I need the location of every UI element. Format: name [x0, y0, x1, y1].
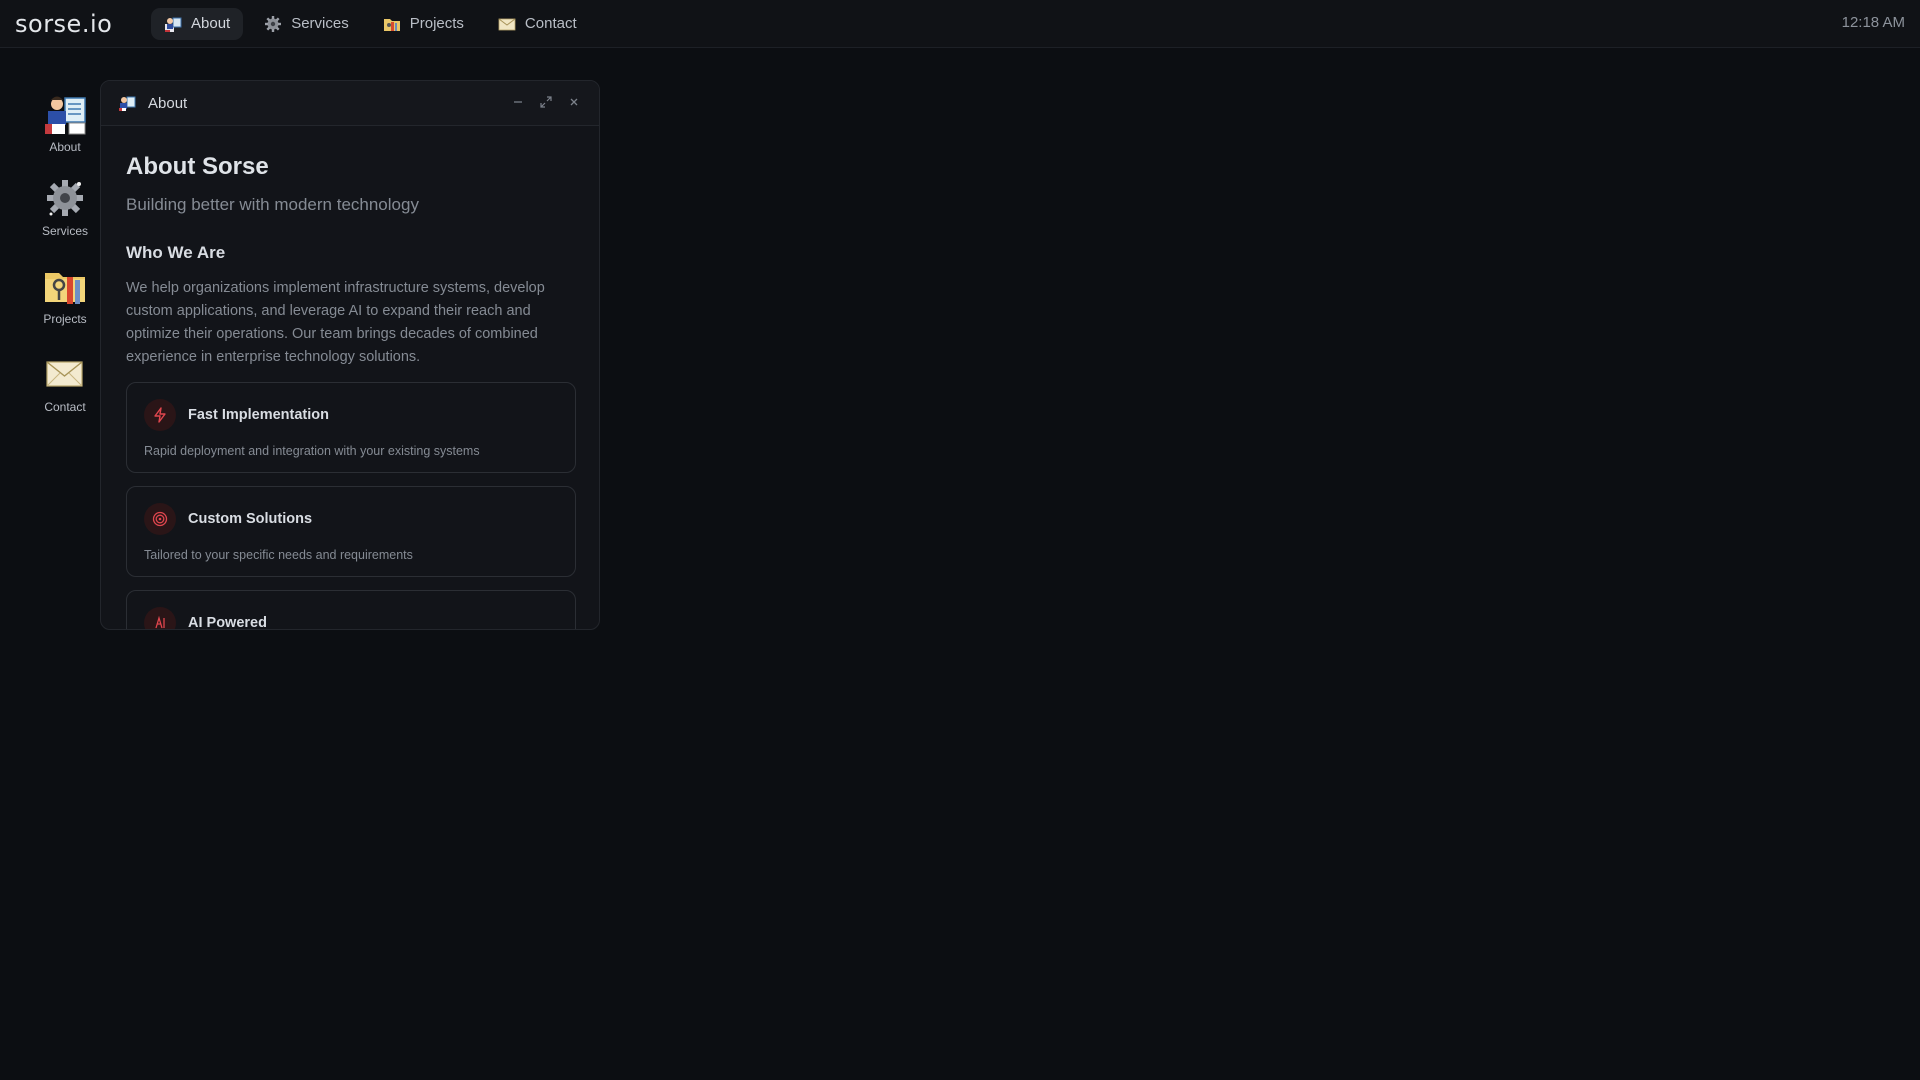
desktop-icon-label: Contact [44, 400, 86, 414]
window-controls [511, 95, 581, 109]
window-content[interactable]: About Sorse Building better with modern … [101, 126, 599, 630]
top-menu-bar: sorse.io About Services Projects Contact… [0, 0, 1920, 48]
nav-item-label: About [191, 15, 231, 32]
feature-card-desc: Tailored to your specific needs and requ… [144, 548, 413, 562]
feature-card-title: Fast Implementation [188, 407, 329, 423]
nav-item-label: Services [291, 15, 349, 32]
services-gear-icon [265, 15, 282, 32]
desktop-icon-label: About [49, 140, 81, 154]
projects-folder-icon [45, 273, 85, 304]
desktop-icon-about[interactable]: About [30, 92, 100, 154]
nav-item-label: Contact [524, 15, 577, 32]
desktop-icon-label: Services [41, 224, 88, 238]
about-icon [119, 96, 136, 111]
top-nav: About Services Projects Contact [151, 7, 590, 40]
page-subtitle: Building better with modern technology [126, 195, 419, 214]
section-paragraph: We help organizations implement infrastr… [126, 280, 545, 365]
about-window: About About Sorse Building better with m… [100, 80, 600, 630]
desktop-icon-services[interactable]: Services [30, 176, 100, 238]
close-icon[interactable] [567, 95, 581, 109]
window-titlebar[interactable]: About [101, 81, 599, 126]
desktop-icon-contact[interactable]: Contact [30, 352, 100, 414]
lightning-icon [144, 399, 176, 431]
desktop-icon-label: Projects [43, 312, 87, 326]
projects-folder-icon [383, 18, 400, 31]
feature-card: AI Powered [126, 590, 576, 630]
contact-envelope-icon [498, 18, 516, 30]
about-icon [165, 17, 182, 32]
contact-envelope-icon [46, 361, 83, 387]
window-title: About [148, 94, 188, 112]
nav-item-label: Projects [409, 15, 464, 32]
maximize-icon[interactable] [539, 95, 553, 109]
services-gear-icon [47, 180, 83, 216]
desktop-icon-projects[interactable]: Projects [30, 264, 100, 326]
nav-item-projects[interactable]: Projects [370, 8, 477, 40]
feature-card-desc: Rapid deployment and integration with yo… [144, 444, 480, 458]
target-icon [144, 503, 176, 535]
nav-item-services[interactable]: Services [251, 8, 362, 40]
page-title: About Sorse [126, 153, 269, 180]
nav-item-about[interactable]: About [151, 7, 244, 40]
feature-card: Fast Implementation Rapid deployment and… [126, 382, 576, 473]
clock: 12:18 AM [1841, 14, 1905, 31]
ai-icon [144, 607, 176, 629]
feature-card-title: Custom Solutions [188, 511, 313, 527]
about-icon [45, 96, 86, 135]
minimize-icon[interactable] [511, 95, 525, 109]
feature-card: Custom Solutions Tailored to your specif… [126, 486, 576, 577]
nav-item-contact[interactable]: Contact [485, 8, 590, 40]
feature-card-title: AI Powered [188, 615, 267, 630]
section-title: Who We Are [126, 243, 226, 262]
site-logo[interactable]: sorse.io [15, 10, 135, 38]
